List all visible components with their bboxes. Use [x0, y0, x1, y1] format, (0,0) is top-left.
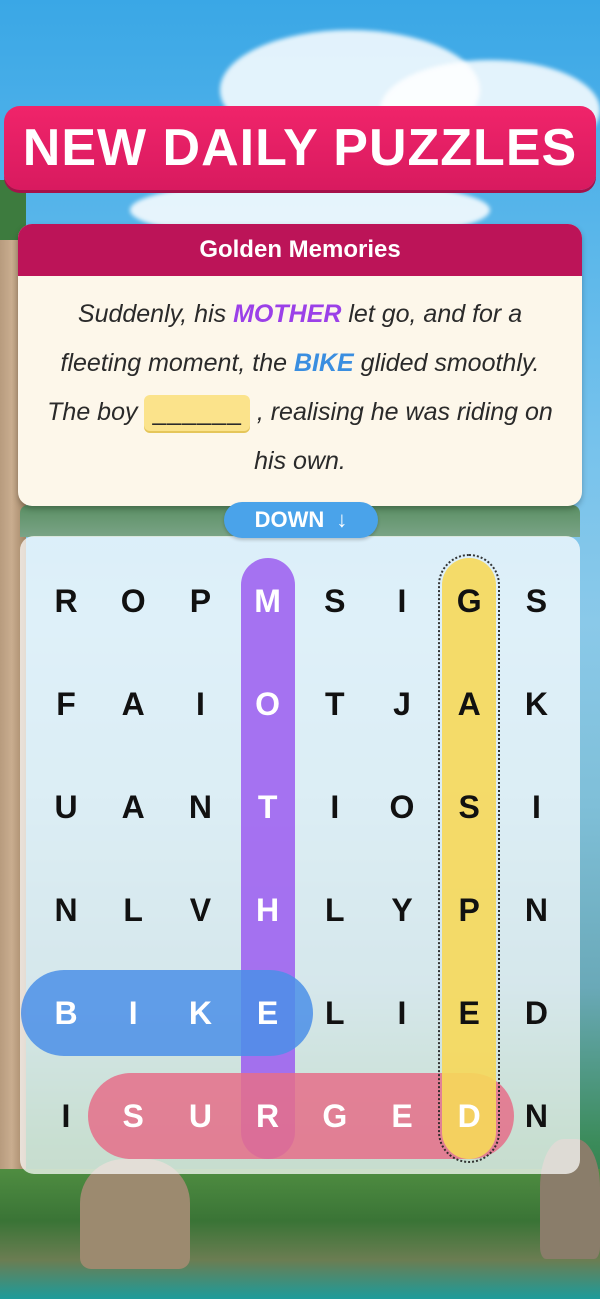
direction-indicator: DOWN ↓: [224, 502, 378, 538]
grid-cell-r3-c5[interactable]: Y: [369, 877, 435, 943]
grid-cell-r5-c6[interactable]: D: [436, 1083, 502, 1149]
grid-cell-r2-c0[interactable]: U: [33, 774, 99, 840]
grid-cell-r5-c3[interactable]: R: [235, 1083, 301, 1149]
grid-cell-r2-c4[interactable]: I: [302, 774, 368, 840]
grid-cell-r2-c5[interactable]: O: [369, 774, 435, 840]
highlighted-word: BIKE: [293, 349, 354, 377]
found-word-gasped: [438, 554, 501, 1163]
clue-title: Golden Memories: [18, 224, 582, 276]
grid-cell-r5-c1[interactable]: S: [100, 1083, 166, 1149]
grid-cell-r4-c1[interactable]: I: [100, 980, 166, 1046]
found-word-mother: [240, 558, 295, 1159]
grid-cell-r0-c2[interactable]: P: [167, 568, 233, 634]
word-search-board[interactable]: ROPMSIGSFAIOTJAKUANTIOSINLVHLYPNBIKELIED…: [20, 536, 580, 1174]
grid-cell-r1-c1[interactable]: A: [100, 671, 166, 737]
grid-cell-r0-c6[interactable]: G: [436, 568, 502, 634]
answer-blank[interactable]: ______: [144, 395, 250, 432]
grid-cell-r3-c4[interactable]: L: [302, 877, 368, 943]
grid-cell-r4-c3[interactable]: E: [235, 980, 301, 1046]
grid-cell-r1-c4[interactable]: T: [302, 671, 368, 737]
grid-cell-r2-c1[interactable]: A: [100, 774, 166, 840]
grid-cell-r1-c0[interactable]: F: [33, 671, 99, 737]
clue-sentence: Suddenly, his MOTHER let go, and for a f…: [18, 276, 582, 486]
grid-cell-r5-c5[interactable]: E: [369, 1083, 435, 1149]
rock: [80, 1159, 190, 1269]
grid-cell-r2-c7[interactable]: I: [503, 774, 569, 840]
grid-cell-r3-c2[interactable]: V: [167, 877, 233, 943]
grid-cell-r0-c1[interactable]: O: [100, 568, 166, 634]
grid-cell-r0-c0[interactable]: R: [33, 568, 99, 634]
grid-cell-r1-c6[interactable]: A: [436, 671, 502, 737]
grid-cell-r0-c4[interactable]: S: [302, 568, 368, 634]
grid-cell-r2-c3[interactable]: T: [235, 774, 301, 840]
grid-cell-r2-c6[interactable]: S: [436, 774, 502, 840]
direction-label: DOWN: [254, 507, 325, 532]
grid-cell-r3-c0[interactable]: N: [33, 877, 99, 943]
highlighted-word: MOTHER: [233, 300, 342, 328]
grid-cell-r2-c2[interactable]: N: [167, 774, 233, 840]
clue-card: Golden Memories Suddenly, his MOTHER let…: [18, 224, 582, 506]
grid-cell-r4-c5[interactable]: I: [369, 980, 435, 1046]
grid-cell-r3-c1[interactable]: L: [100, 877, 166, 943]
grid-cell-r4-c4[interactable]: L: [302, 980, 368, 1046]
clue-text: , realising he was riding on his own.: [249, 398, 553, 475]
grid-cell-r1-c5[interactable]: J: [369, 671, 435, 737]
grid-cell-r5-c2[interactable]: U: [167, 1083, 233, 1149]
down-arrow-icon: ↓: [336, 507, 348, 532]
grid-cell-r3-c7[interactable]: N: [503, 877, 569, 943]
grid-cell-r0-c7[interactable]: S: [503, 568, 569, 634]
grid-cell-r5-c7[interactable]: N: [503, 1083, 569, 1149]
grid-cell-r5-c0[interactable]: I: [33, 1083, 99, 1149]
grid-cell-r1-c7[interactable]: K: [503, 671, 569, 737]
grid-cell-r0-c5[interactable]: I: [369, 568, 435, 634]
clue-text: Suddenly, his: [77, 300, 234, 328]
grid-cell-r4-c2[interactable]: K: [167, 980, 233, 1046]
grid-cell-r4-c0[interactable]: B: [33, 980, 99, 1046]
grid-cell-r3-c3[interactable]: H: [235, 877, 301, 943]
grid-cell-r0-c3[interactable]: M: [235, 568, 301, 634]
banner-title: NEW DAILY PUZZLES: [22, 119, 578, 177]
grid-cell-r4-c6[interactable]: E: [436, 980, 502, 1046]
grid-cell-r3-c6[interactable]: P: [436, 877, 502, 943]
grid-cell-r4-c7[interactable]: D: [503, 980, 569, 1046]
daily-puzzles-banner: NEW DAILY PUZZLES: [4, 106, 596, 190]
grid-cell-r1-c2[interactable]: I: [167, 671, 233, 737]
grid-cell-r1-c3[interactable]: O: [235, 671, 301, 737]
grid-cell-r5-c4[interactable]: G: [302, 1083, 368, 1149]
